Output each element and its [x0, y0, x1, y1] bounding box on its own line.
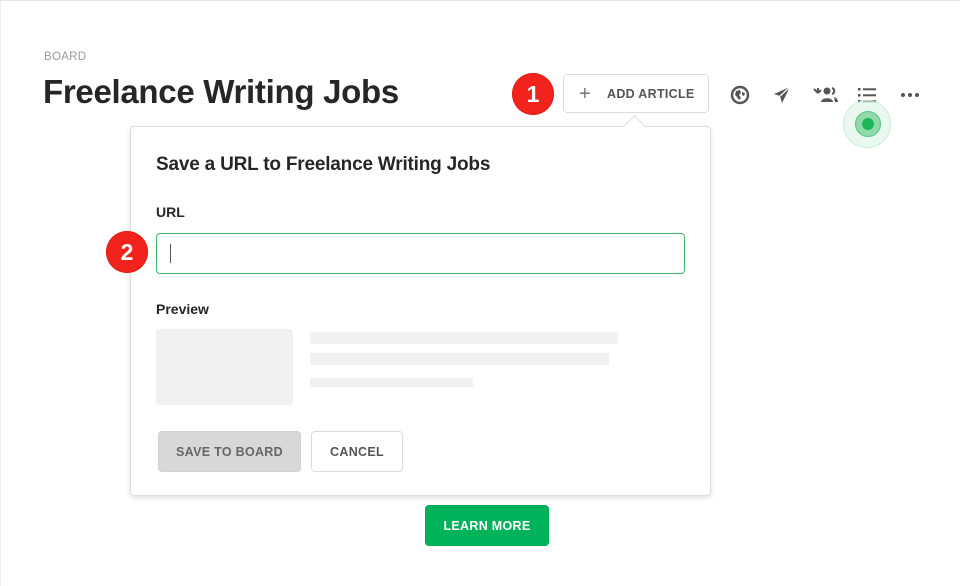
learn-more-button[interactable]: LEARN MORE [425, 505, 549, 546]
send-icon[interactable] [771, 84, 793, 106]
globe-icon[interactable] [729, 84, 751, 106]
board-title: Freelance Writing Jobs [43, 73, 399, 110]
cancel-button[interactable]: CANCEL [311, 431, 403, 472]
add-article-button[interactable]: + ADD ARTICLE [563, 74, 709, 113]
popover-title: Save a URL to Freelance Writing Jobs [156, 154, 491, 175]
step-badge-2: 2 [106, 231, 148, 273]
preview-label: Preview [156, 301, 209, 317]
preview-thumbnail-placeholder [156, 329, 293, 405]
text-cursor [170, 244, 171, 263]
preview-subtitle-placeholder [310, 353, 609, 365]
preview-title-placeholder [310, 332, 618, 344]
plus-icon: + [579, 82, 591, 105]
save-to-board-button[interactable]: SAVE TO BOARD [158, 431, 301, 472]
add-article-label: ADD ARTICLE [607, 86, 695, 101]
preview-meta-placeholder [310, 378, 473, 387]
more-options-icon[interactable] [899, 84, 921, 106]
tour-hotspot-dot [862, 118, 874, 130]
window-top-border [0, 0, 960, 1]
url-input[interactable] [156, 233, 685, 274]
url-field-label: URL [156, 204, 185, 220]
step-badge-1: 1 [512, 73, 554, 115]
collaborators-icon[interactable] [813, 84, 839, 106]
window-left-border [0, 0, 1, 586]
board-eyebrow-label: BOARD [44, 51, 87, 63]
